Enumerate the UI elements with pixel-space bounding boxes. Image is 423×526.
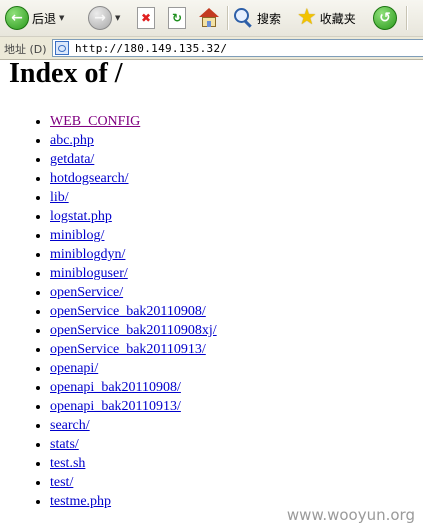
entry-link[interactable]: stats/	[50, 437, 79, 452]
address-label: 地址 (D)	[4, 43, 47, 56]
entry-link[interactable]: test.sh	[50, 456, 85, 471]
list-item: search/	[50, 416, 217, 435]
search-magnifier-icon	[234, 8, 254, 28]
home-icon	[199, 8, 219, 28]
search-button[interactable]: 搜索	[234, 0, 281, 36]
browser-toolbar: ← 后退 ▼ → ▼ ✖ ↻ 搜索 ★ 收藏夹 ↺	[0, 0, 423, 37]
entry-link[interactable]: openService_bak20110908/	[50, 304, 206, 319]
stop-icon: ✖	[137, 7, 155, 29]
entry-link[interactable]: test/	[50, 475, 73, 490]
refresh-button[interactable]: ↻	[168, 0, 186, 36]
search-label: 搜索	[257, 11, 282, 26]
entry-link[interactable]: WEB_CONFIG	[50, 114, 140, 129]
favorites-button[interactable]: ★ 收藏夹	[297, 0, 356, 36]
favorites-label: 收藏夹	[319, 11, 356, 26]
list-item: minibloguser/	[50, 264, 217, 283]
list-item: openService_bak20110913/	[50, 340, 217, 359]
page-icon	[55, 41, 69, 55]
address-input[interactable]: http://180.149.135.32/	[52, 39, 423, 57]
entry-link[interactable]: abc.php	[50, 133, 94, 148]
entry-link[interactable]: search/	[50, 418, 90, 433]
entry-link[interactable]: openService_bak20110908xj/	[50, 323, 217, 338]
forward-dropdown-icon[interactable]: ▼	[115, 14, 120, 22]
list-item: openService_bak20110908/	[50, 302, 217, 321]
forward-arrow-icon: →	[88, 6, 112, 30]
list-item: hotdogsearch/	[50, 169, 217, 188]
forward-button[interactable]: → ▼	[88, 0, 120, 36]
list-item: miniblog/	[50, 226, 217, 245]
history-button[interactable]: ↺	[373, 0, 397, 36]
list-item: test.sh	[50, 454, 217, 473]
entry-link[interactable]: lib/	[50, 190, 69, 205]
toolbar-separator	[406, 6, 408, 30]
home-button[interactable]	[199, 0, 219, 36]
back-arrow-icon: ←	[5, 6, 29, 30]
list-item: openapi/	[50, 359, 217, 378]
list-item: abc.php	[50, 131, 217, 150]
entry-link[interactable]: openapi/	[50, 361, 98, 376]
list-item: openapi_bak20110913/	[50, 397, 217, 416]
back-dropdown-icon[interactable]: ▼	[59, 14, 64, 22]
stop-button[interactable]: ✖	[137, 0, 155, 36]
list-item: WEB_CONFIG	[50, 112, 217, 131]
entry-link[interactable]: miniblog/	[50, 228, 104, 243]
history-icon: ↺	[373, 6, 397, 30]
entry-link[interactable]: openapi_bak20110908/	[50, 380, 181, 395]
list-item: lib/	[50, 188, 217, 207]
entry-link[interactable]: miniblogdyn/	[50, 247, 125, 262]
watermark-text: www.wooyun.org	[286, 506, 415, 524]
list-item: openapi_bak20110908/	[50, 378, 217, 397]
list-item: logstat.php	[50, 207, 217, 226]
list-item: testme.php	[50, 492, 217, 511]
entry-link[interactable]: hotdogsearch/	[50, 171, 129, 186]
entry-link[interactable]: minibloguser/	[50, 266, 128, 281]
entry-link[interactable]: openService/	[50, 285, 123, 300]
list-item: test/	[50, 473, 217, 492]
back-button[interactable]: ← 后退 ▼	[5, 0, 64, 36]
address-url[interactable]: http://180.149.135.32/	[75, 42, 227, 55]
entry-link[interactable]: testme.php	[50, 494, 111, 509]
entry-link[interactable]: getdata/	[50, 152, 94, 167]
list-item: miniblogdyn/	[50, 245, 217, 264]
directory-listing: WEB_CONFIG abc.php getdata/ hotdogsearch…	[29, 112, 217, 511]
toolbar-separator	[227, 6, 229, 30]
favorites-star-icon: ★	[297, 5, 317, 30]
refresh-icon: ↻	[168, 7, 186, 29]
entry-link[interactable]: openapi_bak20110913/	[50, 399, 181, 414]
list-item: openService_bak20110908xj/	[50, 321, 217, 340]
list-item: openService/	[50, 283, 217, 302]
back-label: 后退	[32, 11, 57, 26]
list-item: getdata/	[50, 150, 217, 169]
page-title: Index of /	[9, 58, 123, 89]
entry-link[interactable]: openService_bak20110913/	[50, 342, 206, 357]
address-bar: 地址 (D) http://180.149.135.32/	[0, 37, 423, 60]
list-item: stats/	[50, 435, 217, 454]
entry-link[interactable]: logstat.php	[50, 209, 112, 224]
